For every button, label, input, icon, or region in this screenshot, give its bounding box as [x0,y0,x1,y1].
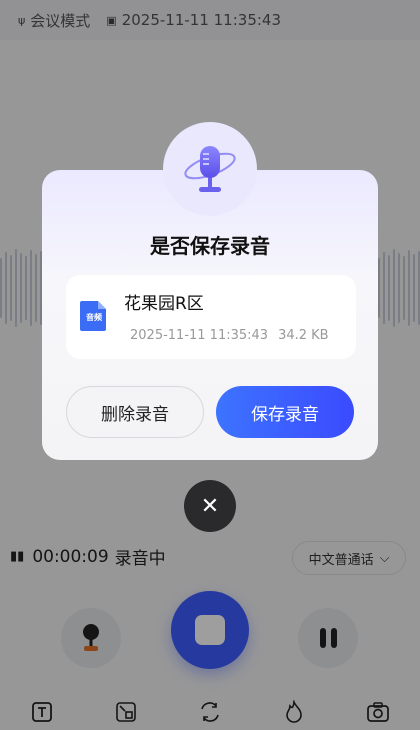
delete-recording-button[interactable]: 删除录音 [66,386,204,438]
save-recording-button[interactable]: 保存录音 [216,386,354,438]
dialog-mic-badge [163,122,257,216]
file-name: 花果园R区 [124,294,204,314]
file-meta: 2025-11-11 11:35:43 34.2 KB [130,328,329,343]
file-datetime: 2025-11-11 11:35:43 [130,328,269,343]
dialog-title: 是否保存录音 [150,234,270,258]
audio-file-icon: 音频 [78,299,110,333]
microphone-icon [184,146,236,192]
close-dialog-button[interactable]: ✕ [184,480,236,532]
close-icon: ✕ [200,493,220,519]
recording-file-card: 音频 花果园R区 2025-11-11 11:35:43 34.2 KB [66,275,356,359]
audio-file-icon-label: 音频 [86,313,102,322]
file-size: 34.2 KB [278,328,329,343]
